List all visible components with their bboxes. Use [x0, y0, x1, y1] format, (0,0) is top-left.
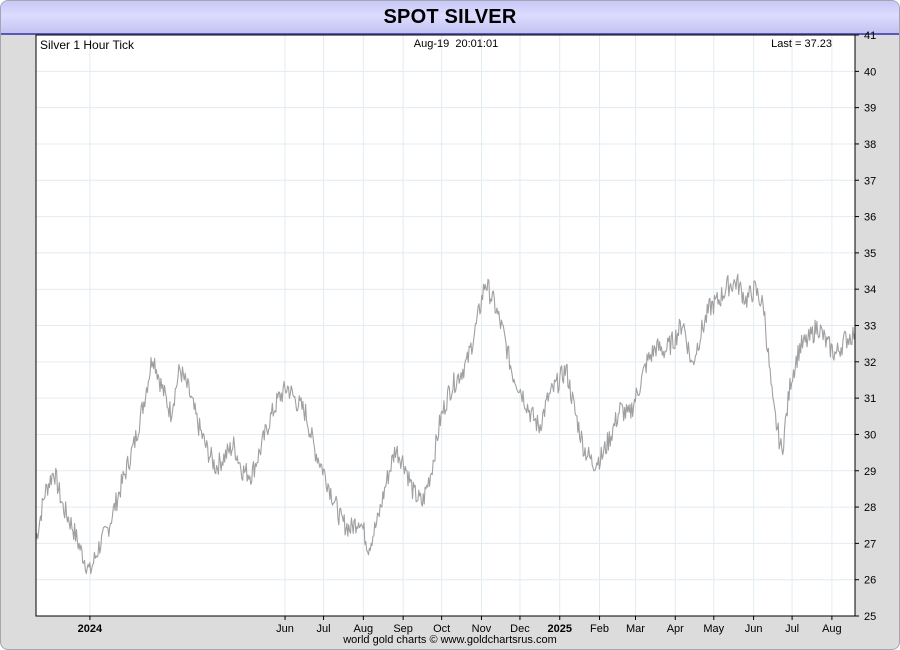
y-tick-label: 28	[864, 502, 876, 514]
chart-subtitle-left: Silver 1 Hour Tick	[40, 38, 135, 52]
y-axis: 25 26 27 28 29 30 31 32 33 34 35 36 37 38 39 40 41	[855, 30, 876, 623]
y-tick-label: 41	[864, 30, 876, 42]
last-price-label: Last = 37.23	[771, 38, 832, 50]
y-tick-label: 35	[864, 248, 876, 260]
y-tick-label: 40	[864, 66, 876, 78]
x-axis: 2024 Jun Jul Aug Sep Oct Nov Dec 2025 Feb Mar Apr Ma…	[78, 616, 842, 635]
y-tick-label: 33	[864, 321, 876, 333]
y-tick-label: 27	[864, 538, 876, 550]
y-tick-label: 36	[864, 212, 876, 224]
y-tick-label: 37	[864, 175, 876, 187]
y-tick-label: 32	[864, 357, 876, 369]
y-tick-label: 29	[864, 466, 876, 478]
y-tick-label: 31	[864, 393, 876, 405]
chart-timestamp: Aug-19 20:01:01	[414, 38, 498, 50]
y-tick-label: 39	[864, 103, 876, 115]
y-tick-label: 34	[864, 284, 876, 296]
y-tick-label: 38	[864, 139, 876, 151]
y-tick-label: 25	[864, 611, 876, 623]
footer-credit: world gold charts © www.goldchartsrus.co…	[343, 634, 557, 646]
chart-window: SPOT SILVER 25 26 27 28 29 30 31 32 33 34 35 36 37 38…	[0, 0, 900, 650]
silver-price-chart: 25 26 27 28 29 30 31 32 33 34 35 36 37 38 39 40 41 2024 J…	[35, 30, 876, 635]
y-tick-label: 30	[864, 429, 876, 441]
y-tick-label: 26	[864, 575, 876, 587]
